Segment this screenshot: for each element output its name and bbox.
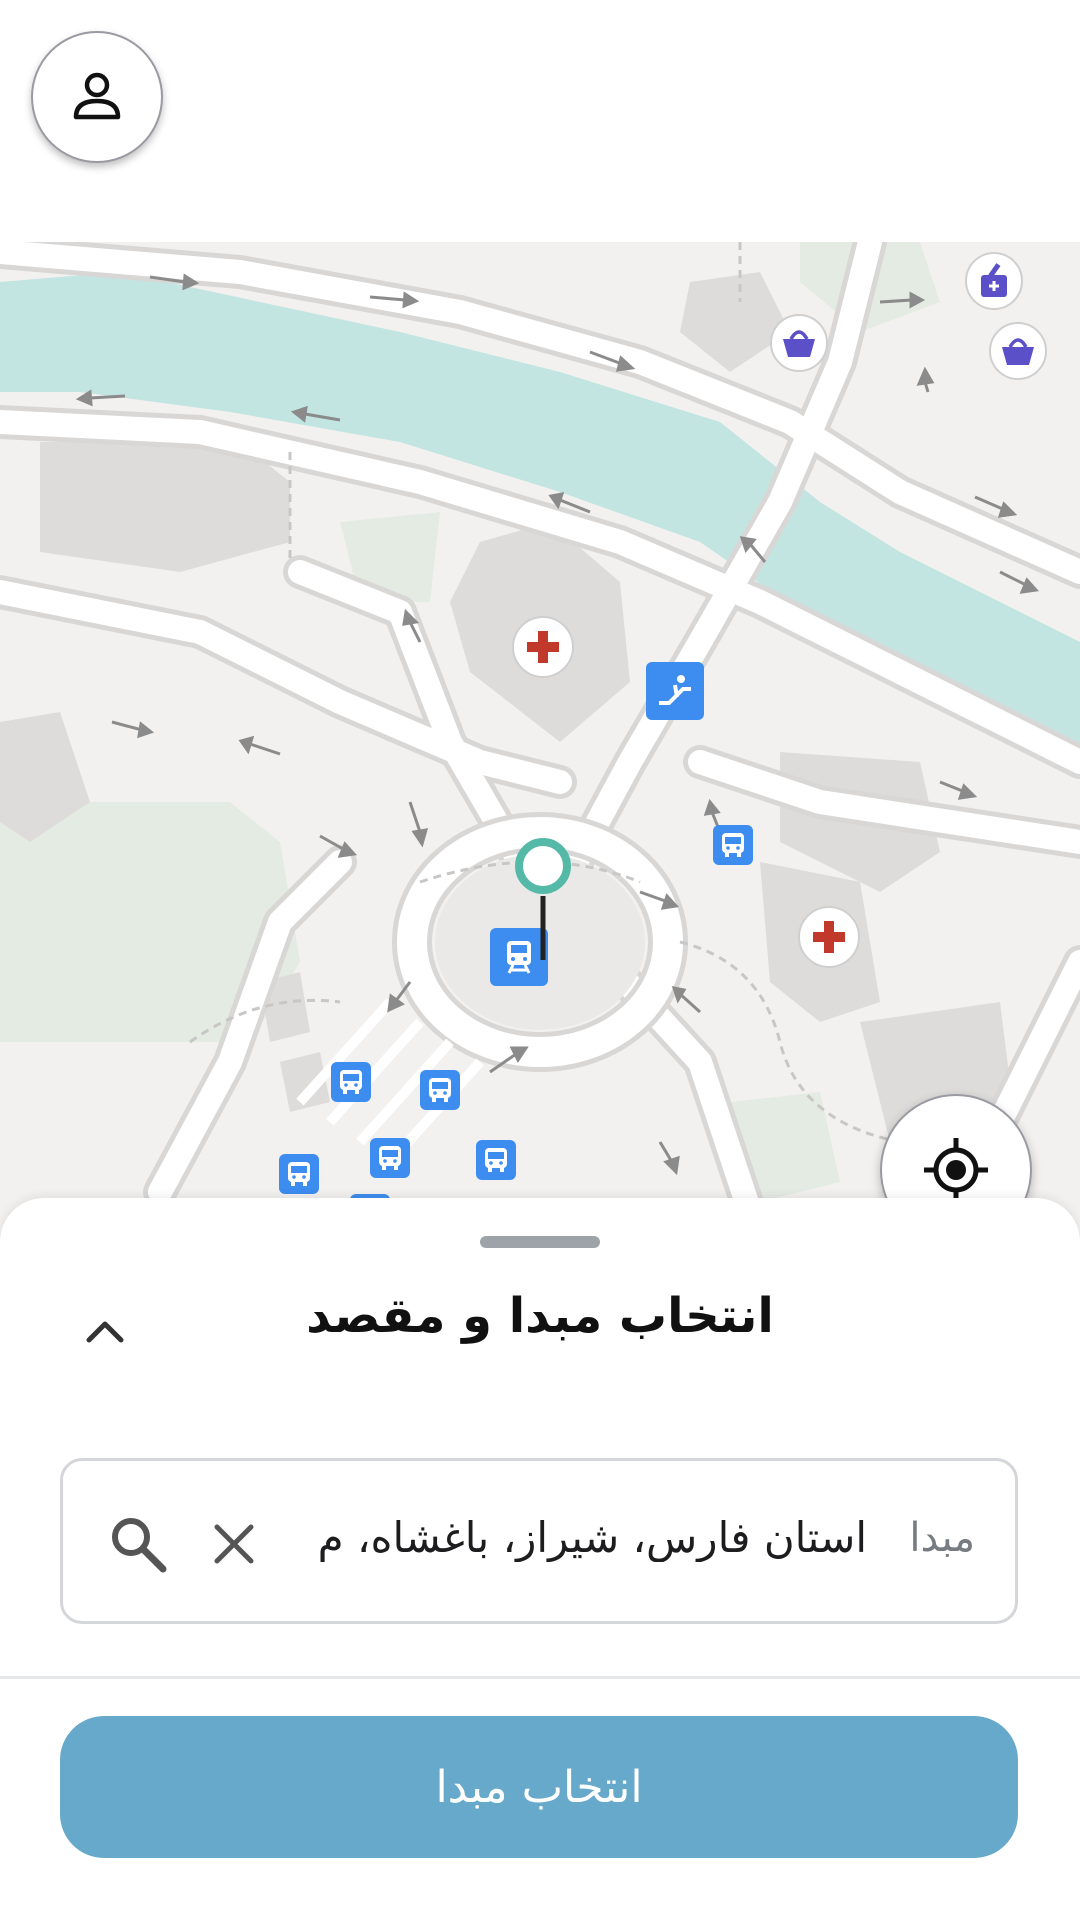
- collapse-sheet-button[interactable]: [80, 1306, 130, 1356]
- escalator-poi[interactable]: [646, 662, 704, 720]
- pharmacy-poi[interactable]: [965, 252, 1023, 310]
- bus-icon: [722, 833, 744, 857]
- top-bar: [0, 0, 1080, 242]
- bus-icon: [340, 1070, 362, 1094]
- bus-stop-poi[interactable]: [713, 825, 753, 865]
- shopping-basket-icon: [783, 330, 815, 357]
- crosshair-locate-icon: [924, 1138, 988, 1202]
- chevron-up-icon: [86, 1321, 124, 1343]
- bus-icon: [485, 1148, 507, 1172]
- hospital-poi[interactable]: [512, 616, 574, 678]
- bus-icon: [288, 1162, 310, 1186]
- bus-stop-poi[interactable]: [420, 1070, 460, 1110]
- bus-stop-poi[interactable]: [476, 1140, 516, 1180]
- origin-field-value[interactable]: استان فارس، شیراز، باغشاه، م: [287, 1513, 867, 1562]
- shopping-basket-icon: [1002, 338, 1034, 365]
- location-pin-icon: [515, 838, 571, 960]
- profile-button[interactable]: [31, 31, 163, 163]
- hospital-cross-icon: [813, 921, 845, 953]
- origin-field-label: مبدا: [909, 1515, 975, 1561]
- close-icon[interactable]: [209, 1519, 259, 1569]
- escalator-icon: [659, 675, 691, 705]
- search-icon[interactable]: [107, 1513, 169, 1575]
- pharmacy-icon: [981, 263, 1007, 297]
- select-origin-button[interactable]: انتخاب مبدا: [60, 1716, 1018, 1858]
- bus-stop-poi[interactable]: [279, 1154, 319, 1194]
- origin-search-field[interactable]: مبدا استان فارس، شیراز، باغشاه، م: [60, 1458, 1018, 1624]
- person-icon: [73, 72, 121, 120]
- shop-poi[interactable]: [989, 322, 1047, 380]
- hospital-cross-icon: [527, 631, 559, 663]
- sheet-title: انتخاب مبدا و مقصد: [306, 1288, 774, 1344]
- bottom-sheet: انتخاب مبدا و مقصد مبدا استان فارس، شیرا…: [0, 1198, 1080, 1920]
- divider: [0, 1676, 1080, 1679]
- bus-stop-poi[interactable]: [370, 1138, 410, 1178]
- map-view[interactable]: i: [0, 242, 1080, 1242]
- sheet-drag-handle[interactable]: [480, 1236, 600, 1248]
- bus-icon: [429, 1078, 451, 1102]
- hospital-poi[interactable]: [798, 906, 860, 968]
- map-base: [0, 242, 1080, 1242]
- bus-icon: [379, 1146, 401, 1170]
- bus-stop-poi[interactable]: [331, 1062, 371, 1102]
- shop-poi[interactable]: [770, 314, 828, 372]
